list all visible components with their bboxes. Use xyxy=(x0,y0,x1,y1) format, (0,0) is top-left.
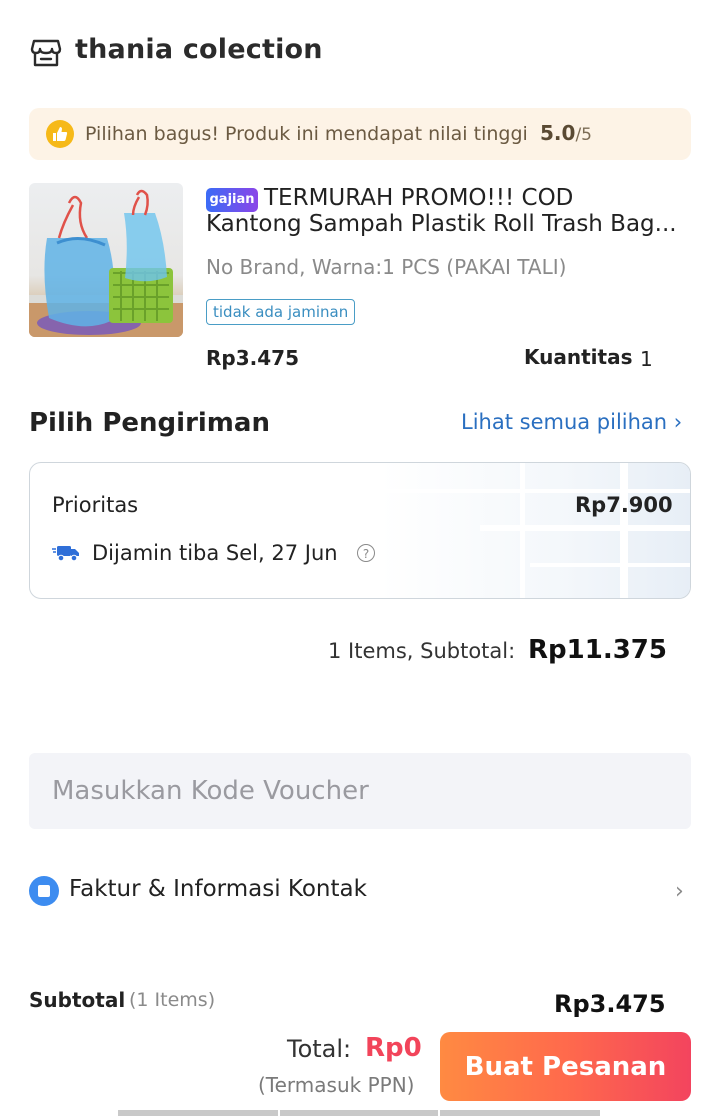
quantity-label: Kuantitas xyxy=(524,345,633,369)
total-label: Total: xyxy=(287,1035,352,1063)
tax-note: (Termasuk PPN) xyxy=(258,1073,415,1097)
store-name[interactable]: thania colection xyxy=(75,34,323,65)
shipping-option-name: Prioritas xyxy=(52,493,139,517)
rating-banner-text: Pilihan bagus! Produk ini mendapat nilai… xyxy=(85,123,528,145)
place-order-button[interactable]: Buat Pesanan xyxy=(440,1032,691,1101)
see-all-shipping-link[interactable]: Lihat semua pilihan › xyxy=(461,410,682,434)
thumbs-up-icon xyxy=(46,120,74,148)
store-icon xyxy=(30,38,62,68)
shipping-heading: Pilih Pengiriman xyxy=(29,408,270,438)
summary-subtotal-amount: Rp3.475 xyxy=(554,990,666,1018)
shipping-option-price: Rp7.900 xyxy=(575,493,673,517)
shipping-card-decoration xyxy=(380,463,690,598)
product-variant: No Brand, Warna:1 PCS (PAKAI TALI) xyxy=(206,255,567,279)
items-subtotal-amount: Rp11.375 xyxy=(528,635,667,665)
product-title-line1: TERMURAH PROMO!!! COD xyxy=(264,185,574,211)
product-title-line2: Kantong Sampah Plastik Roll Trash Bag... xyxy=(206,211,677,237)
chevron-right-icon[interactable]: › xyxy=(675,879,684,904)
product-price: Rp3.475 xyxy=(206,346,299,370)
help-icon[interactable]: ? xyxy=(357,544,375,562)
invoice-contact-link[interactable]: Faktur & Informasi Kontak xyxy=(69,876,367,902)
shipping-option-card[interactable]: Prioritas Rp7.900 Dijamin tiba Sel, 27 J… xyxy=(29,462,691,599)
product-title[interactable]: TERMURAH PROMO!!! COD Kantong Sampah Pla… xyxy=(206,185,696,237)
rating-score-value: 5.0 xyxy=(540,121,576,145)
invoice-icon xyxy=(29,876,59,906)
rating-banner: Pilihan bagus! Produk ini mendapat nilai… xyxy=(29,108,691,160)
delivery-eta: Dijamin tiba Sel, 27 Jun xyxy=(92,541,338,565)
total-amount: Rp0 xyxy=(365,1033,422,1063)
rating-score: 5.0/5 xyxy=(540,121,592,145)
items-subtotal-label: 1 Items, Subtotal: xyxy=(328,639,516,663)
product-image[interactable] xyxy=(29,183,183,337)
summary-subtotal-label: Subtotal xyxy=(29,988,126,1012)
voucher-code-input[interactable] xyxy=(29,753,691,829)
quantity-value: 1 xyxy=(640,347,653,371)
delivery-truck-icon xyxy=(52,544,80,562)
rating-score-max: /5 xyxy=(575,125,592,145)
warranty-badge: tidak ada jaminan xyxy=(206,299,356,325)
bottom-scroll-strip xyxy=(118,1110,600,1116)
summary-item-count: (1 Items) xyxy=(129,989,216,1011)
